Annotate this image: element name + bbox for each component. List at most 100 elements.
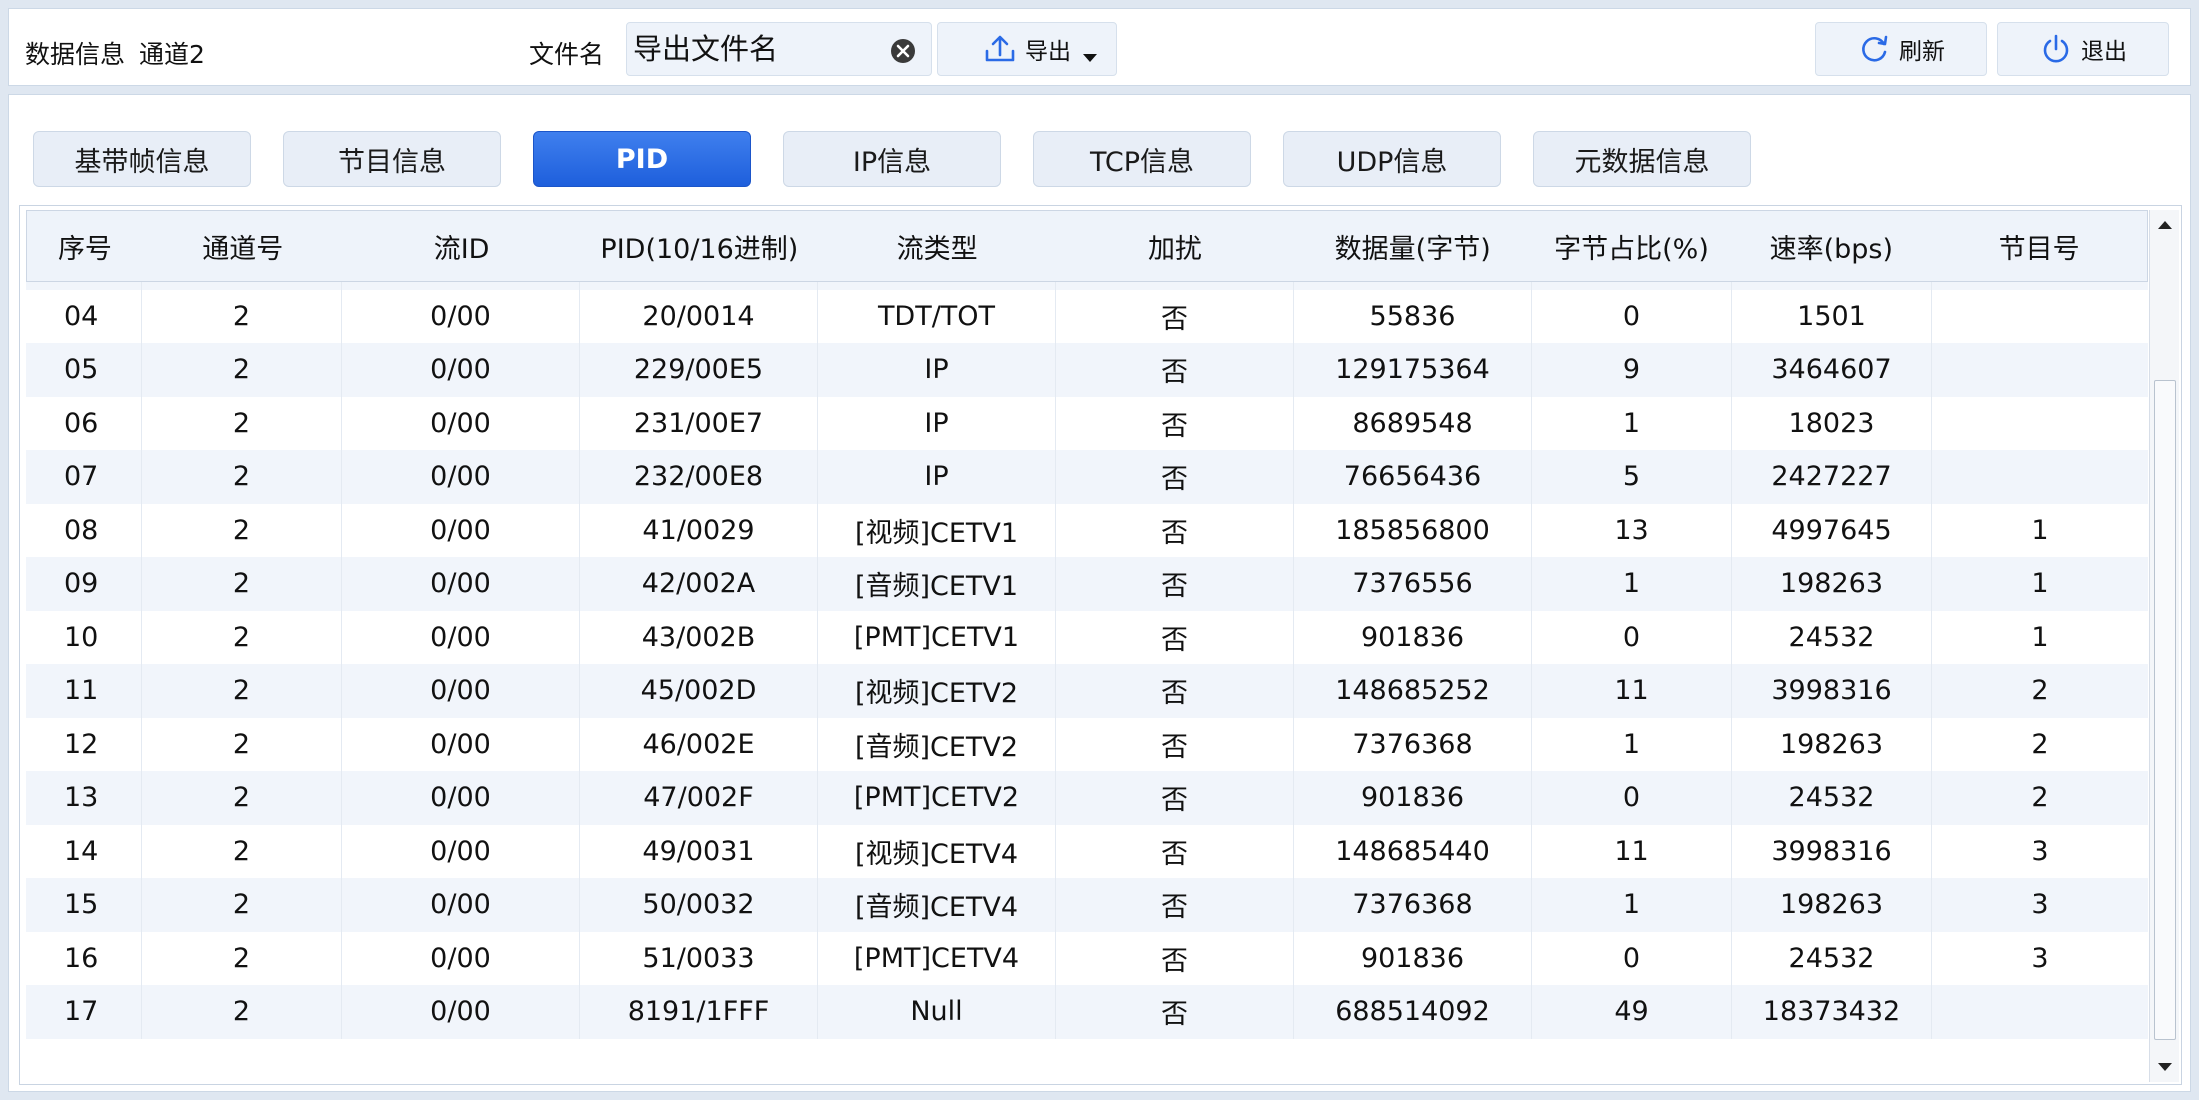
tab-baseband-frame[interactable]: 基带帧信息 bbox=[33, 131, 251, 187]
cell-rate: 18373432 bbox=[1732, 985, 1932, 1039]
table-row[interactable]: 06 2 0/00 231/00E7 IP 否 8689548 1 18023 bbox=[26, 396, 2148, 451]
upload-icon bbox=[985, 35, 1015, 62]
cell-byte-percent: 5 bbox=[1532, 450, 1732, 504]
cell-index: 15 bbox=[26, 878, 142, 932]
table-row[interactable]: 13 2 0/00 47/002F [PMT]CETV2 否 901836 0 24532 2 bbox=[26, 771, 2148, 825]
table-row[interactable]: 08 2 0/00 41/0029 [视频]CETV1 否 185856800 13 49976… bbox=[26, 503, 2148, 557]
main-panel: 基带帧信息 节目信息 PID IP信息 TCP信息 UDP信息 元数据信息 序号… bbox=[8, 94, 2191, 1092]
cell-byte-percent: 11 bbox=[1532, 824, 1732, 878]
column-header-stream-type[interactable]: 流类型 bbox=[818, 227, 1056, 266]
column-header-channel[interactable]: 通道号 bbox=[143, 227, 343, 266]
table-row[interactable]: 11 2 0/00 45/002D [视频]CETV2 否 148685252 11 39983… bbox=[26, 664, 2148, 718]
file-name-label: 文件名 bbox=[529, 40, 605, 69]
exit-label: 退出 bbox=[2081, 39, 2127, 65]
cell-pid: 229/00E5 bbox=[580, 343, 818, 397]
cell-stream-id: 0/00 bbox=[342, 824, 580, 878]
cell-rate: 24532 bbox=[1732, 931, 1932, 985]
scrollbar-thumb[interactable] bbox=[2154, 380, 2176, 1040]
scroll-up-icon[interactable] bbox=[2152, 210, 2178, 240]
pid-table: 序号 通道号 流ID PID(10/16进制) 流类型 加扰 数据量(字节) 字… bbox=[19, 205, 2182, 1085]
scroll-down-icon[interactable] bbox=[2152, 1052, 2178, 1082]
cell-scrambled: 否 bbox=[1056, 931, 1294, 985]
table-body: 0320/00178/00B2IP否72604000420/0020/0014T… bbox=[26, 236, 2148, 1039]
cell-scrambled: 否 bbox=[1056, 824, 1294, 878]
table-row[interactable]: 04 2 0/00 20/0014 TDT/TOT 否 55836 0 1501 bbox=[26, 289, 2148, 343]
table-row[interactable]: 17 2 0/00 8191/1FFF Null 否 688514092 49 18373432 bbox=[26, 985, 2148, 1039]
column-header-data-bytes[interactable]: 数据量(字节) bbox=[1294, 227, 1532, 266]
cell-rate: 18023 bbox=[1732, 396, 1932, 450]
cell-index: 13 bbox=[26, 771, 142, 825]
cell-program-number: 1 bbox=[2031, 621, 2049, 653]
tab-ip[interactable]: IP信息 bbox=[783, 131, 1001, 187]
cell-scrambled: 否 bbox=[1056, 717, 1294, 771]
table-row[interactable]: 09 2 0/00 42/002A [音频]CETV1 否 7376556 1 198263 1 bbox=[26, 557, 2148, 611]
column-header-pid[interactable]: PID(10/16进制) bbox=[580, 227, 818, 266]
tab-tcp[interactable]: TCP信息 bbox=[1033, 131, 1251, 187]
cell-index: 05 bbox=[26, 343, 142, 397]
cell-stream-id: 0/00 bbox=[342, 985, 580, 1039]
table-row[interactable]: 07 2 0/00 232/00E8 IP 否 76656436 5 2427227 bbox=[26, 450, 2148, 504]
cell-pid: 46/002E bbox=[580, 717, 818, 771]
title-text: 数据信息 bbox=[25, 40, 126, 69]
cell-program-number: 1 bbox=[2031, 514, 2049, 546]
table-row[interactable]: 16 2 0/00 51/0033 [PMT]CETV4 否 901836 0 24532 3 bbox=[26, 931, 2148, 985]
cell-program-number: 3 bbox=[2031, 889, 2049, 921]
cell-scrambled: 否 bbox=[1056, 289, 1294, 343]
cell-index: 07 bbox=[26, 450, 142, 504]
cell-program-number: 3 bbox=[2031, 942, 2049, 974]
cell-data-bytes: 148685440 bbox=[1294, 824, 1532, 878]
table-row[interactable]: 12 2 0/00 46/002E [音频]CETV2 否 7376368 1 198263 2 bbox=[26, 717, 2148, 771]
cell-scrambled: 否 bbox=[1056, 985, 1294, 1039]
cell-channel: 2 bbox=[142, 664, 342, 718]
cell-byte-percent: 11 bbox=[1532, 664, 1732, 718]
cell-stream-type: [视频]CETV2 bbox=[818, 664, 1056, 718]
cell-data-bytes: 8689548 bbox=[1294, 396, 1532, 450]
column-header-scrambled[interactable]: 加扰 bbox=[1056, 227, 1294, 266]
cell-pid: 8191/1FFF bbox=[580, 985, 818, 1039]
cell-data-bytes: 688514092 bbox=[1294, 985, 1532, 1039]
clear-icon[interactable] bbox=[889, 37, 917, 65]
column-header-rate[interactable]: 速率(bps) bbox=[1731, 227, 1931, 266]
tab-metadata[interactable]: 元数据信息 bbox=[1533, 131, 1751, 187]
cell-pid: 43/002B bbox=[580, 610, 818, 664]
cell-stream-id: 0/00 bbox=[342, 878, 580, 932]
cell-channel: 2 bbox=[142, 717, 342, 771]
cell-channel: 2 bbox=[142, 343, 342, 397]
cell-stream-type: IP bbox=[818, 343, 1056, 397]
export-button[interactable]: 导出 bbox=[937, 22, 1117, 76]
power-icon bbox=[2043, 34, 2069, 63]
column-header-byte-percent[interactable]: 字节占比(%) bbox=[1532, 227, 1732, 266]
tab-program[interactable]: 节目信息 bbox=[283, 131, 501, 187]
top-toolbar: 数据信息通道2 文件名 导出 刷新 退出 bbox=[8, 8, 2191, 86]
cell-stream-type: IP bbox=[818, 396, 1056, 450]
vertical-scrollbar[interactable] bbox=[2149, 210, 2179, 1082]
cell-program-number bbox=[1932, 397, 2148, 451]
refresh-label: 刷新 bbox=[1899, 39, 1945, 65]
cell-program-number bbox=[1932, 450, 2148, 504]
tab-pid[interactable]: PID bbox=[533, 131, 751, 187]
cell-byte-percent: 1 bbox=[1532, 557, 1732, 611]
refresh-button[interactable]: 刷新 bbox=[1815, 22, 1987, 76]
cell-index: 08 bbox=[26, 503, 142, 557]
cell-index: 11 bbox=[26, 664, 142, 718]
table-row[interactable]: 10 2 0/00 43/002B [PMT]CETV1 否 901836 0 24532 1 bbox=[26, 610, 2148, 664]
cell-byte-percent: 49 bbox=[1532, 985, 1732, 1039]
cell-stream-id: 0/00 bbox=[342, 557, 580, 611]
column-header-stream-id[interactable]: 流ID bbox=[343, 227, 581, 266]
cell-channel: 2 bbox=[142, 878, 342, 932]
exit-button[interactable]: 退出 bbox=[1997, 22, 2169, 76]
cell-pid: 45/002D bbox=[580, 664, 818, 718]
file-name-input[interactable] bbox=[633, 29, 883, 69]
cell-scrambled: 否 bbox=[1056, 557, 1294, 611]
table-row[interactable]: 05 2 0/00 229/00E5 IP 否 129175364 9 3464607 bbox=[26, 343, 2148, 397]
table-row[interactable]: 14 2 0/00 49/0031 [视频]CETV4 否 148685440 11 39983… bbox=[26, 824, 2148, 878]
cell-byte-percent: 0 bbox=[1532, 289, 1732, 343]
cell-program-number: 3 bbox=[2031, 835, 2049, 867]
cell-channel: 2 bbox=[142, 503, 342, 557]
column-header-index[interactable]: 序号 bbox=[27, 227, 143, 266]
cell-pid: 42/002A bbox=[580, 557, 818, 611]
table-row[interactable]: 15 2 0/00 50/0032 [音频]CETV4 否 7376368 1 198263 3 bbox=[26, 878, 2148, 932]
cell-index: 10 bbox=[26, 610, 142, 664]
tab-udp[interactable]: UDP信息 bbox=[1283, 131, 1501, 187]
column-header-program-number[interactable]: 节目号 bbox=[1931, 227, 2147, 266]
